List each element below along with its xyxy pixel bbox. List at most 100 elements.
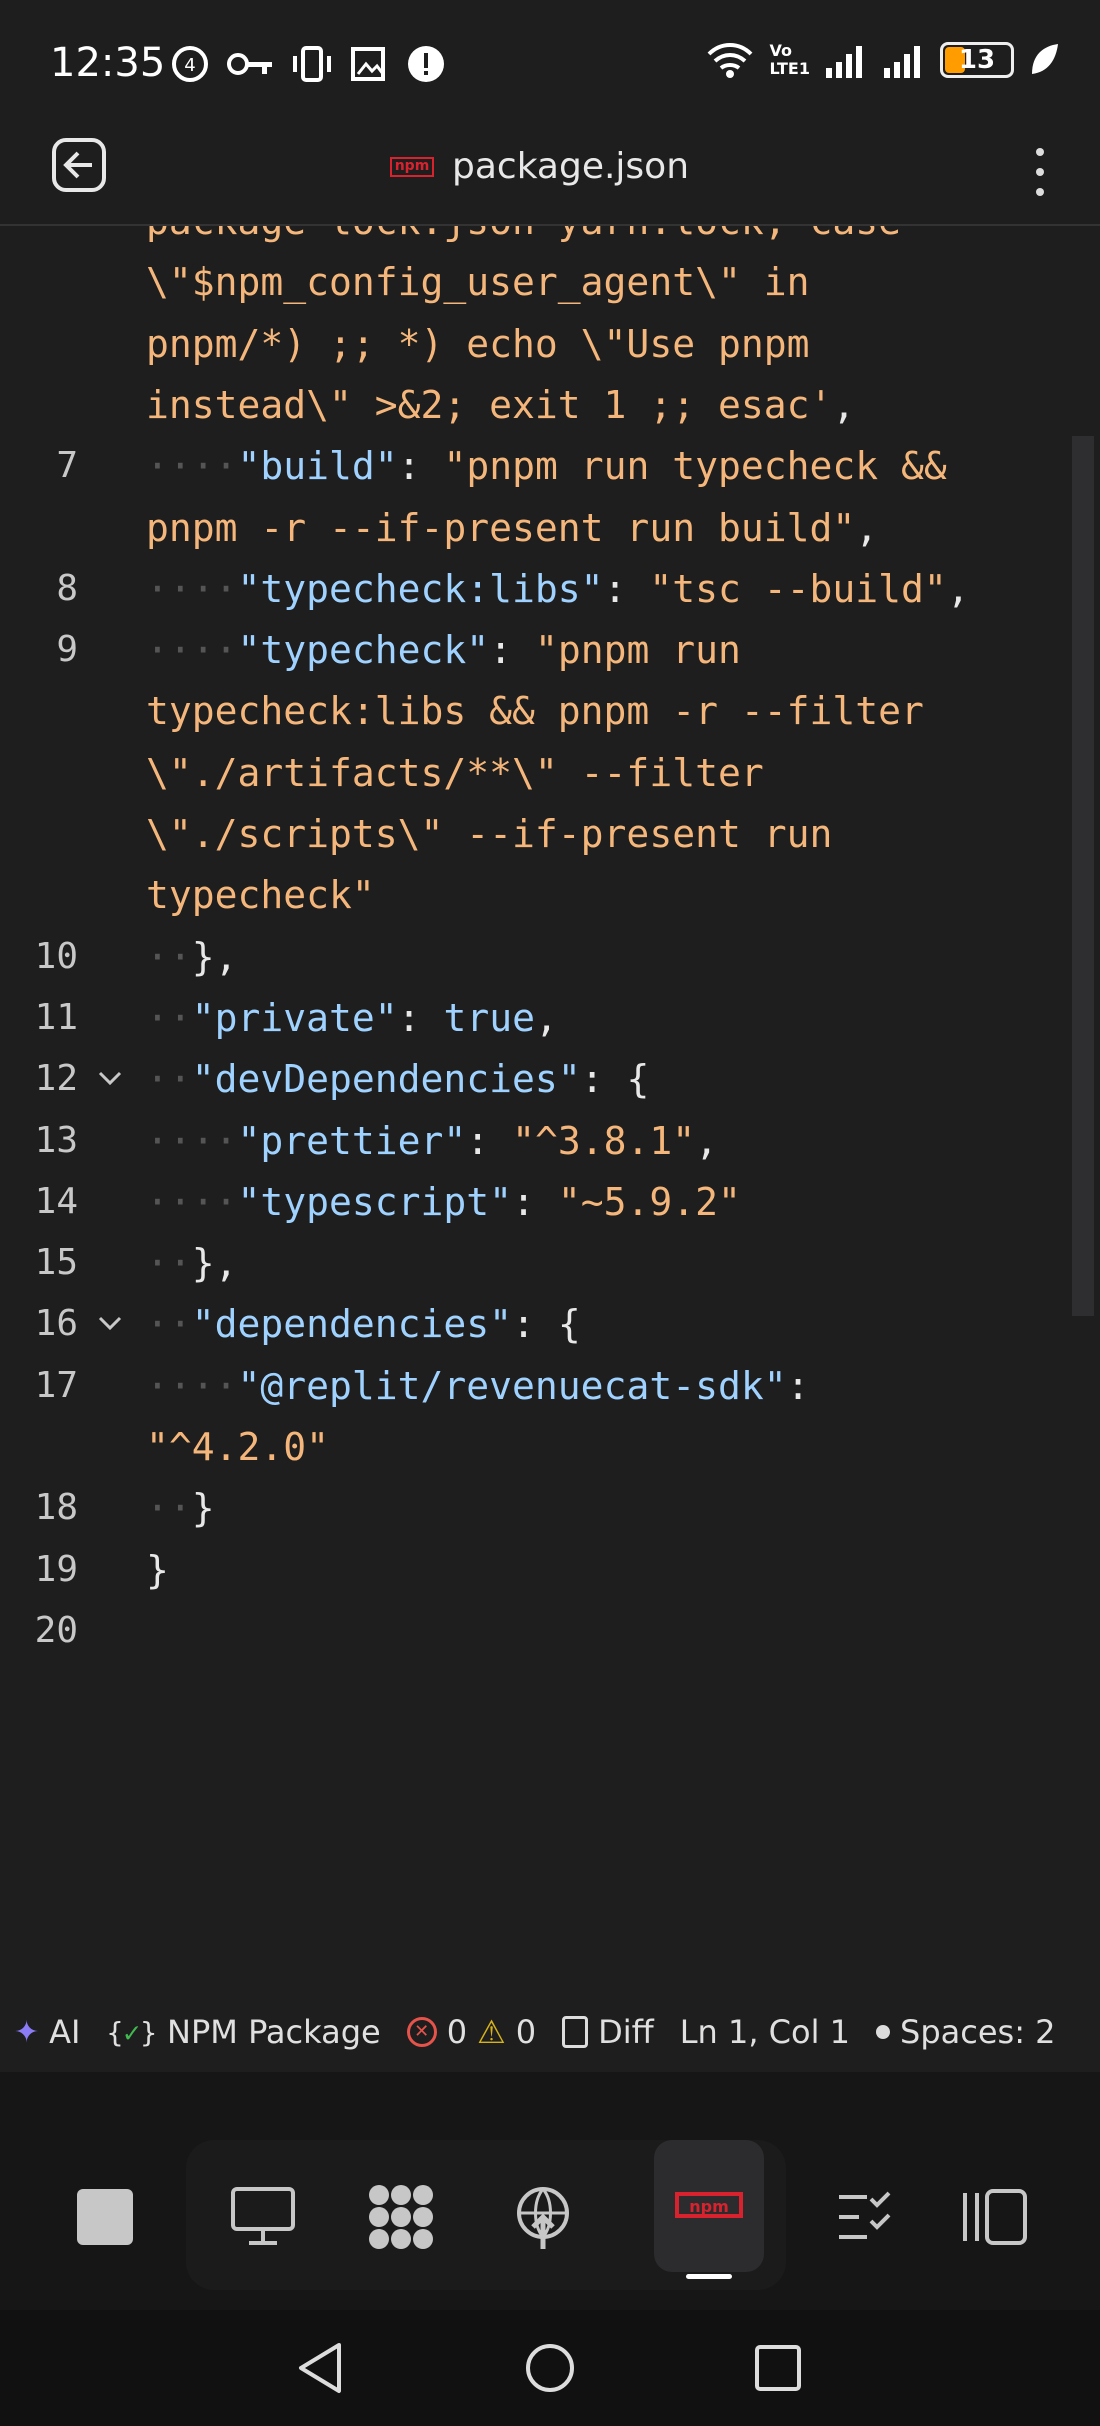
line-number: 19: [34, 1548, 78, 1590]
recents-button[interactable]: [748, 2338, 808, 2398]
token: "prettier": [237, 1118, 467, 1163]
code-line[interactable]: \"$npm_config_user_agent\" in: [0, 251, 1060, 313]
code-line[interactable]: typecheck:libs && pnpm -r --filter: [0, 680, 1060, 742]
code-line[interactable]: pnpm -r --if-present run build",: [0, 497, 1060, 559]
code-text: ··"dependencies": {: [146, 1293, 581, 1355]
code-line[interactable]: \"./artifacts/**\" --filter: [0, 742, 1060, 804]
token: "typecheck:libs": [237, 566, 604, 611]
code-line[interactable]: 18 ··}: [0, 1477, 1060, 1539]
code-text: ··"private": true,: [146, 987, 558, 1049]
code-line[interactable]: typecheck": [0, 864, 1060, 926]
battery-indicator: 13: [940, 42, 1014, 78]
diff-icon: [562, 2016, 589, 2048]
dock-deploy[interactable]: [488, 2162, 598, 2272]
editor-status-bar: ✦ AI {✓} NPM Package ✕ 0 ⚠ 0 Diff Ln 1, …: [0, 1992, 1100, 2072]
code-text: ····"typescript": "~5.9.2": [146, 1171, 741, 1233]
more-icon: [1036, 148, 1044, 156]
token: typecheck:libs && pnpm -r --filter: [146, 689, 924, 734]
tool-dock: npm: [0, 2072, 1100, 2312]
code-line[interactable]: 11 ··"private": true,: [0, 987, 1060, 1049]
code-line[interactable]: 15 ··},: [0, 1232, 1060, 1294]
ai-button[interactable]: ✦ AI: [14, 2013, 80, 2051]
active-tab-indicator: [686, 2274, 732, 2279]
token: "typecheck": [237, 628, 490, 673]
wifi-icon: [708, 43, 753, 78]
token: package-lock.json yarn.lock; case: [146, 226, 901, 243]
token: "typescript": [237, 1179, 513, 1224]
code-text: ····"typecheck:libs": "tsc --build",: [146, 558, 970, 620]
code-line[interactable]: "^4.2.0": [0, 1416, 1060, 1478]
token: }: [146, 1547, 169, 1592]
error-count: 0: [446, 2013, 468, 2051]
token: :: [786, 1363, 810, 1408]
indentation-setting[interactable]: Spaces: 2: [876, 2013, 1056, 2051]
token: :: [512, 1179, 558, 1224]
code-line[interactable]: 13 ····"prettier": "^3.8.1",: [0, 1110, 1060, 1172]
indent-guide: ··: [146, 1302, 192, 1347]
token: },: [191, 934, 238, 979]
npm-icon: npm: [675, 2192, 743, 2218]
file-name: package.json: [452, 146, 690, 187]
recents-icon: [755, 2345, 801, 2391]
more-options-button[interactable]: [1016, 140, 1064, 204]
indent-guide: ····: [146, 1179, 238, 1224]
indent-guide: ··: [146, 1057, 192, 1102]
line-number: 14: [34, 1180, 78, 1222]
problems-indicator[interactable]: ✕ 0 ⚠ 0: [406, 2013, 536, 2051]
code-text: package-lock.json yarn.lock; case: [146, 226, 901, 252]
line-number: 8: [56, 567, 78, 609]
code-text: ····"prettier": "^3.8.1",: [146, 1110, 718, 1172]
token: :: [489, 628, 535, 673]
fold-chevron-icon[interactable]: [94, 1307, 126, 1339]
dock-panels[interactable]: [940, 2162, 1050, 2272]
image-alert-icon: [351, 47, 385, 81]
code-line[interactable]: pnpm/*) ;; *) echo \"Use pnpm: [0, 313, 1060, 375]
code-line[interactable]: 19}: [0, 1539, 1060, 1601]
line-number: 10: [34, 935, 78, 977]
monitor-icon: [231, 2187, 295, 2245]
exit-button[interactable]: [48, 134, 112, 198]
token: :: [603, 566, 650, 611]
code-text: \"$npm_config_user_agent\" in: [146, 251, 809, 313]
indent-guide: ····: [146, 444, 238, 489]
home-button[interactable]: [520, 2338, 580, 2398]
code-line[interactable]: \"./scripts\" --if-present run: [0, 803, 1060, 865]
dock-tasks[interactable]: [812, 2162, 922, 2272]
stop-button[interactable]: [50, 2162, 160, 2272]
fold-chevron-icon[interactable]: [94, 1062, 126, 1094]
line-number: 7: [56, 445, 78, 487]
code-line[interactable]: 10 ··},: [0, 926, 1060, 988]
code-line[interactable]: 12 ··"devDependencies": {: [0, 1048, 1060, 1110]
file-title: npm package.json: [390, 146, 689, 187]
code-line[interactable]: 8 ····"typecheck:libs": "tsc --build",: [0, 558, 1060, 620]
code-line[interactable]: package-lock.json yarn.lock; case: [0, 226, 1060, 252]
dock-workflows[interactable]: [346, 2162, 456, 2272]
code-line[interactable]: 17 ····"@replit/revenuecat-sdk":: [0, 1355, 1060, 1417]
token: "build": [237, 444, 398, 489]
code-line[interactable]: 7 ····"build": "pnpm run typecheck &&: [0, 435, 1060, 497]
token: "@replit/revenuecat-sdk": [237, 1363, 787, 1408]
back-button[interactable]: [290, 2338, 350, 2398]
language-mode[interactable]: {✓} NPM Package: [106, 2013, 380, 2051]
indent-guide: ····: [146, 1118, 238, 1163]
code-editor[interactable]: package-lock.json yarn.lock; case \"$npm_…: [0, 226, 1100, 1986]
code-line[interactable]: 20: [0, 1600, 1060, 1662]
code-text: typecheck": [146, 864, 375, 926]
code-text: }: [146, 1539, 169, 1601]
token: "^3.8.1": [512, 1118, 696, 1163]
code-line[interactable]: instead\" >&2; exit 1 ;; esac',: [0, 374, 1060, 436]
diff-button[interactable]: Diff: [562, 2013, 654, 2051]
code-line[interactable]: 16 ··"dependencies": {: [0, 1293, 1060, 1355]
cursor-position[interactable]: Ln 1, Col 1: [680, 2013, 850, 2051]
code-text: ··}: [146, 1477, 215, 1539]
code-line[interactable]: 14 ····"typescript": "~5.9.2": [0, 1171, 1060, 1233]
token: pnpm/*) ;; *) echo \"Use pnpm: [146, 321, 810, 366]
code-line[interactable]: 9 ····"typecheck": "pnpm run: [0, 619, 1060, 681]
scrollbar[interactable]: [1072, 436, 1094, 1316]
notification-icons: 4: [170, 44, 446, 84]
line-number: 11: [34, 996, 78, 1038]
system-status-bar: 12:35 4 Vo LTE1 13: [0, 0, 1100, 128]
svg-text:npm: npm: [689, 2197, 729, 2216]
dock-npm[interactable]: npm: [654, 2140, 764, 2272]
dock-console[interactable]: [208, 2162, 318, 2272]
